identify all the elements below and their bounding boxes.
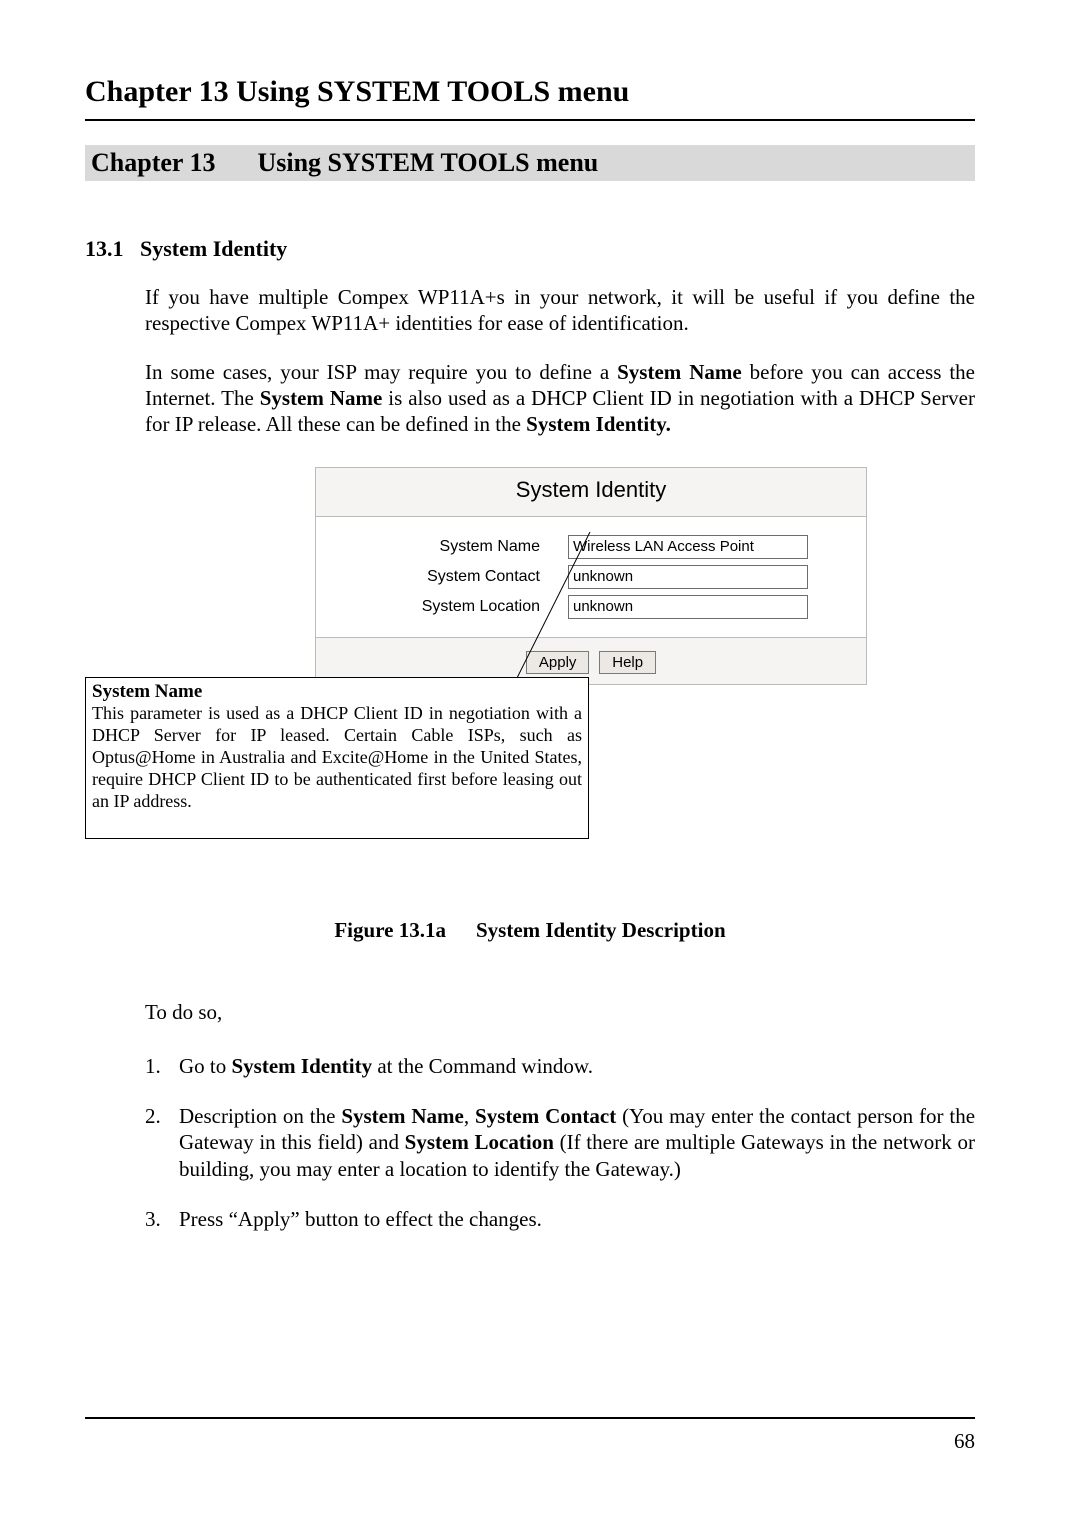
section-number: 13.1 (85, 236, 140, 262)
panel-row-system-location: System Location (340, 595, 842, 619)
paragraph: To do so, (145, 999, 975, 1025)
figure: System Identity System Name System Conta… (85, 467, 975, 867)
apply-button[interactable]: Apply (526, 651, 590, 674)
panel-row-system-name: System Name (340, 535, 842, 559)
system-identity-panel: System Identity System Name System Conta… (315, 467, 867, 685)
figure-caption-label: Figure 13.1a (334, 918, 446, 942)
footer-rule (85, 1417, 975, 1419)
step-item: 3. Press “Apply” button to effect the ch… (145, 1206, 975, 1232)
system-name-input[interactable] (568, 535, 808, 559)
step-item: 1. Go to System Identity at the Command … (145, 1053, 975, 1079)
figure-caption-title: System Identity Description (476, 918, 726, 942)
figure-caption: Figure 13.1a System Identity Description (85, 917, 975, 943)
chapter-banner: Chapter 13 Using SYSTEM TOOLS menu (85, 145, 975, 181)
field-label: System Location (340, 597, 568, 617)
page-header-title: Chapter 13 Using SYSTEM TOOLS menu (85, 75, 975, 121)
step-number: 3. (145, 1206, 179, 1232)
field-label: System Contact (340, 567, 568, 587)
help-button[interactable]: Help (599, 651, 656, 674)
paragraph: In some cases, your ISP may require you … (145, 359, 975, 438)
step-text: Description on the System Name, System C… (179, 1103, 975, 1182)
panel-title: System Identity (316, 468, 866, 517)
system-contact-input[interactable] (568, 565, 808, 589)
paragraph: If you have multiple Compex WP11A+s in y… (145, 284, 975, 337)
callout-text: This parameter is used as a DHCP Client … (92, 703, 582, 813)
panel-body: System Name System Contact System Locati… (316, 517, 866, 637)
section-heading: 13.1System Identity (85, 236, 975, 262)
page-number: 68 (954, 1429, 975, 1454)
callout-box: System Name This parameter is used as a … (85, 677, 589, 839)
system-location-input[interactable] (568, 595, 808, 619)
step-text: Go to System Identity at the Command win… (179, 1053, 975, 1079)
panel-row-system-contact: System Contact (340, 565, 842, 589)
step-text: Press “Apply” button to effect the chang… (179, 1206, 975, 1232)
field-label: System Name (340, 537, 568, 557)
document-page: Chapter 13 Using SYSTEM TOOLS menu Chapt… (0, 0, 1080, 1529)
step-number: 1. (145, 1053, 179, 1079)
step-number: 2. (145, 1103, 179, 1182)
callout-title: System Name (92, 680, 582, 703)
chapter-banner-label: Chapter 13 (91, 148, 215, 177)
chapter-banner-title: Using SYSTEM TOOLS menu (257, 148, 598, 177)
step-item: 2. Description on the System Name, Syste… (145, 1103, 975, 1182)
section-title: System Identity (140, 236, 287, 261)
